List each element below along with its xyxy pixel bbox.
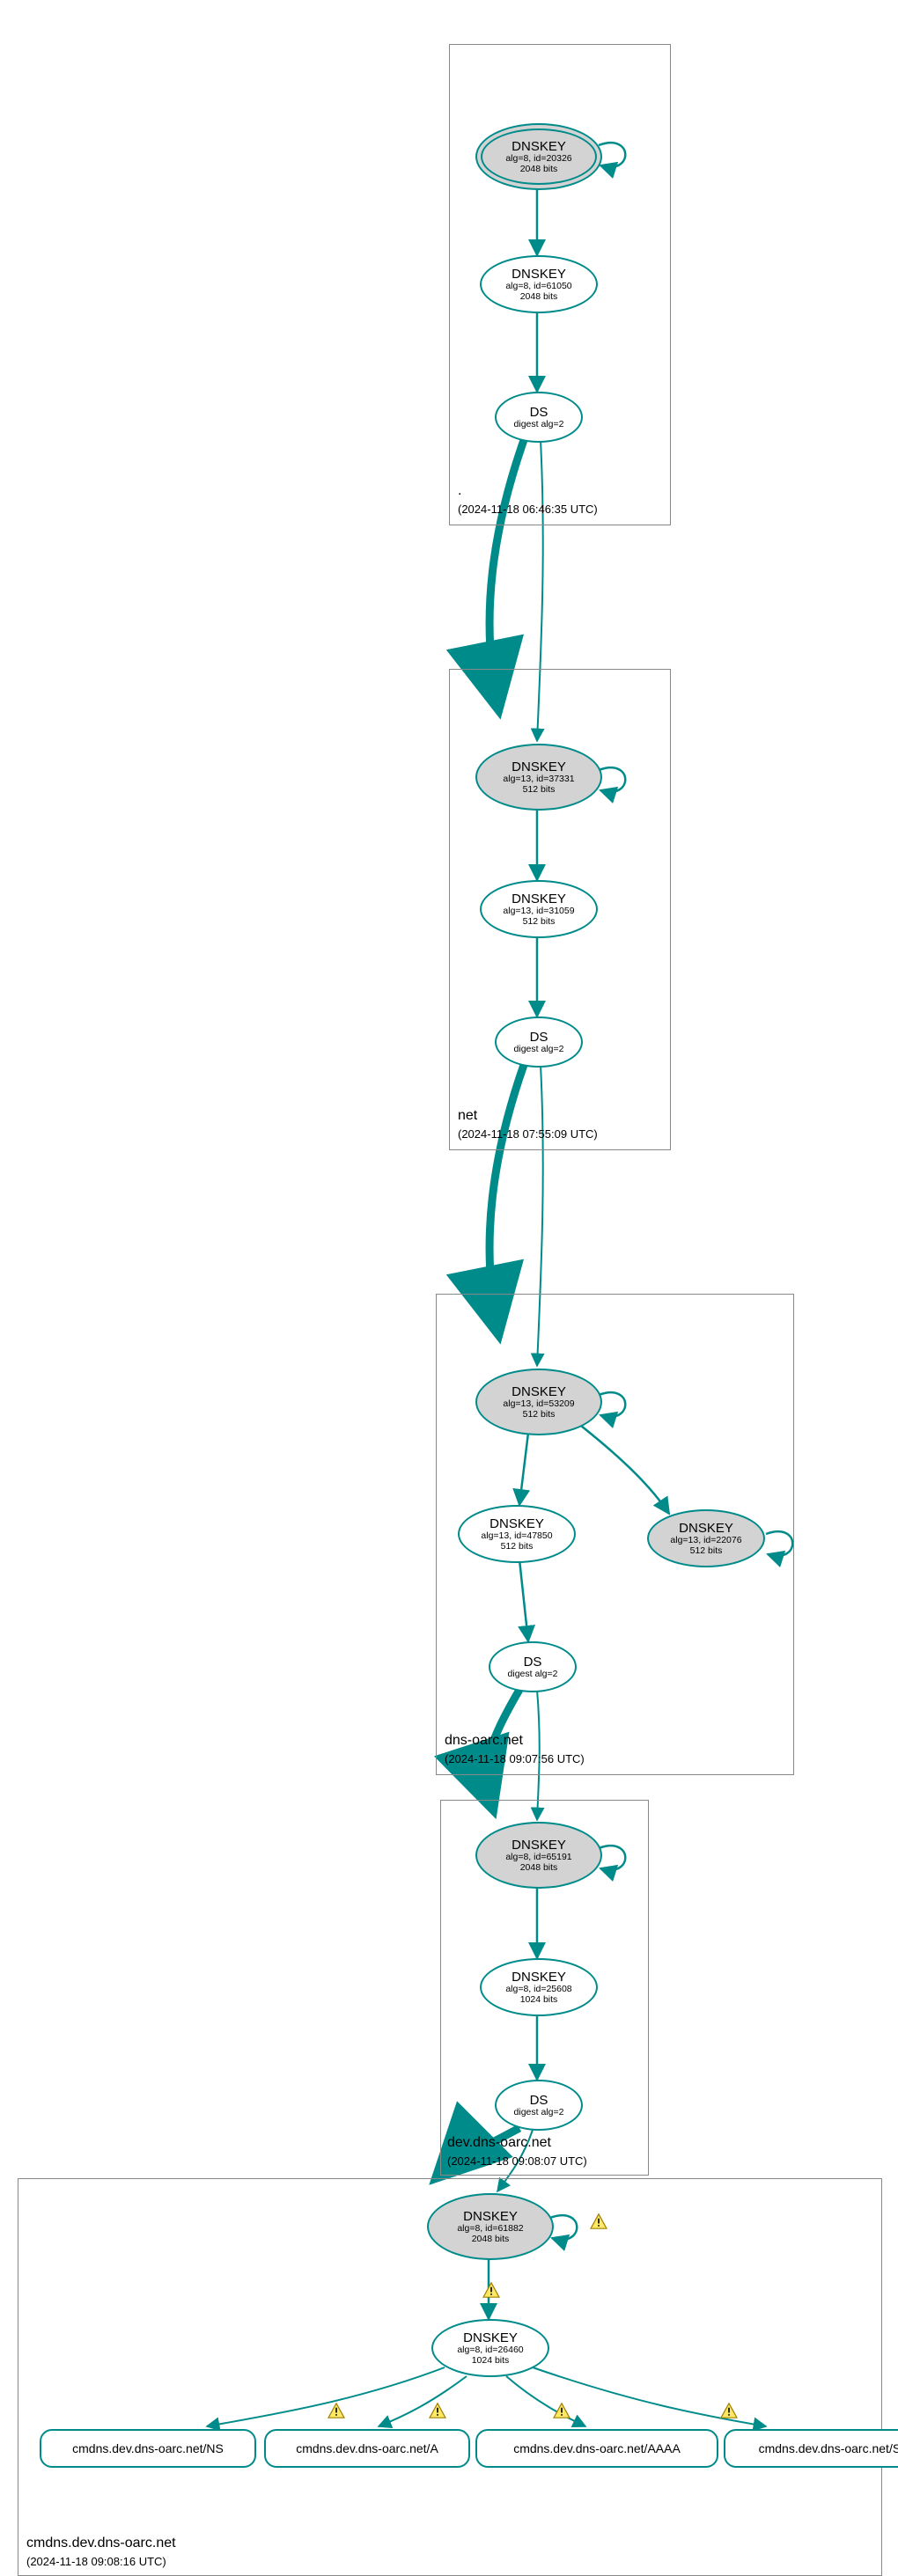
root-zsk-sub1: alg=8, id=61050 (505, 282, 571, 292)
dev-ds-sub1: digest alg=2 (514, 2108, 564, 2118)
zone-net-name: net (458, 1108, 477, 1123)
net-ds-title: DS (530, 1030, 548, 1045)
root-ds-node: DS digest alg=2 (495, 392, 583, 443)
oarc-key2-sub2: 512 bits (690, 1546, 723, 1557)
oarc-zsk-sub1: alg=13, id=47850 (481, 1531, 552, 1542)
zone-dev-ts: (2024-11-18 09:08:07 UTC) (447, 2154, 587, 2168)
zone-dev-name: dev.dns-oarc.net (447, 2135, 551, 2150)
record-ns-label: cmdns.dev.dns-oarc.net/NS (72, 2441, 224, 2455)
root-ksk-sub1: alg=8, id=20326 (505, 154, 571, 165)
cmdns-zsk-title: DNSKEY (463, 2330, 518, 2345)
zone-root-label: . (2024-11-18 06:46:35 UTC) (458, 482, 598, 519)
oarc-zsk-sub2: 512 bits (501, 1542, 534, 1552)
root-zsk-sub2: 2048 bits (520, 292, 558, 303)
net-ds-sub1: digest alg=2 (514, 1045, 564, 1055)
root-ksk-title: DNSKEY (512, 139, 566, 154)
dev-zsk-sub1: alg=8, id=25608 (505, 1985, 571, 1995)
net-zsk-node: DNSKEY alg=13, id=31059 512 bits (480, 880, 598, 938)
root-ksk-sub2: 2048 bits (520, 165, 558, 175)
oarc-ksk-node: DNSKEY alg=13, id=53209 512 bits (475, 1369, 602, 1435)
oarc-ds-title: DS (524, 1655, 542, 1670)
zone-dnsoarc-ts: (2024-11-18 09:07:56 UTC) (445, 1752, 585, 1765)
dev-ksk-sub2: 2048 bits (520, 1863, 558, 1874)
oarc-ksk-title: DNSKEY (512, 1384, 566, 1399)
record-soa: cmdns.dev.dns-oarc.net/SOA (724, 2429, 898, 2468)
oarc-key2-node: DNSKEY alg=13, id=22076 512 bits (647, 1509, 765, 1567)
warning-icon (553, 2403, 570, 2418)
dev-ds-node: DS digest alg=2 (495, 2080, 583, 2131)
zone-dev-label: dev.dns-oarc.net (2024-11-18 09:08:07 UT… (447, 2134, 587, 2171)
net-zsk-sub2: 512 bits (523, 917, 556, 928)
zone-dnsoarc-name: dns-oarc.net (445, 1733, 523, 1748)
dev-ksk-sub1: alg=8, id=65191 (505, 1853, 571, 1863)
dev-ksk-node: DNSKEY alg=8, id=65191 2048 bits (475, 1822, 602, 1889)
oarc-key2-sub1: alg=13, id=22076 (670, 1536, 741, 1546)
root-zsk-node: DNSKEY alg=8, id=61050 2048 bits (480, 255, 598, 313)
oarc-ksk-sub1: alg=13, id=53209 (503, 1399, 574, 1410)
cmdns-zsk-sub1: alg=8, id=26460 (457, 2345, 523, 2356)
zone-net-ts: (2024-11-18 07:55:09 UTC) (458, 1127, 598, 1141)
cmdns-ksk-node: DNSKEY alg=8, id=61882 2048 bits (427, 2193, 554, 2260)
zone-cmdns-label: cmdns.dev.dns-oarc.net (2024-11-18 09:08… (26, 2535, 176, 2572)
root-ds-title: DS (530, 405, 548, 420)
net-ksk-title: DNSKEY (512, 760, 566, 774)
record-aaaa-label: cmdns.dev.dns-oarc.net/AAAA (513, 2441, 681, 2455)
cmdns-ksk-title: DNSKEY (463, 2209, 518, 2224)
cmdns-zsk-node: DNSKEY alg=8, id=26460 1024 bits (431, 2319, 549, 2377)
dev-ksk-title: DNSKEY (512, 1838, 566, 1853)
net-ds-node: DS digest alg=2 (495, 1016, 583, 1068)
net-ksk-sub1: alg=13, id=37331 (503, 774, 574, 785)
oarc-zsk-node: DNSKEY alg=13, id=47850 512 bits (458, 1505, 576, 1563)
dev-zsk-title: DNSKEY (512, 1970, 566, 1985)
dev-zsk-node: DNSKEY alg=8, id=25608 1024 bits (480, 1958, 598, 2016)
oarc-ksk-sub2: 512 bits (523, 1410, 556, 1420)
record-a-label: cmdns.dev.dns-oarc.net/A (296, 2441, 438, 2455)
net-zsk-title: DNSKEY (512, 892, 566, 906)
record-soa-label: cmdns.dev.dns-oarc.net/SOA (759, 2441, 898, 2455)
record-ns: cmdns.dev.dns-oarc.net/NS (40, 2429, 256, 2468)
dev-zsk-sub2: 1024 bits (520, 1995, 558, 2006)
root-ksk-node: DNSKEY alg=8, id=20326 2048 bits (475, 123, 602, 190)
zone-cmdns-ts: (2024-11-18 09:08:16 UTC) (26, 2555, 166, 2568)
zone-net-label: net (2024-11-18 07:55:09 UTC) (458, 1107, 598, 1144)
zone-root-name: . (458, 483, 461, 498)
root-zsk-title: DNSKEY (512, 267, 566, 282)
zone-cmdns-name: cmdns.dev.dns-oarc.net (26, 2536, 176, 2550)
oarc-ds-node: DS digest alg=2 (489, 1641, 577, 1692)
oarc-ds-sub1: digest alg=2 (508, 1670, 558, 1680)
record-a: cmdns.dev.dns-oarc.net/A (264, 2429, 470, 2468)
record-aaaa: cmdns.dev.dns-oarc.net/AAAA (475, 2429, 718, 2468)
zone-dnsoarc-label: dns-oarc.net (2024-11-18 09:07:56 UTC) (445, 1732, 585, 1769)
cmdns-zsk-sub2: 1024 bits (472, 2356, 510, 2367)
warning-icon (590, 2213, 607, 2229)
warning-icon (328, 2403, 345, 2418)
net-ksk-sub2: 512 bits (523, 785, 556, 796)
dev-ds-title: DS (530, 2093, 548, 2108)
zone-root-ts: (2024-11-18 06:46:35 UTC) (458, 503, 598, 516)
warning-icon (720, 2403, 738, 2418)
cmdns-ksk-sub1: alg=8, id=61882 (457, 2224, 523, 2235)
oarc-zsk-title: DNSKEY (489, 1516, 544, 1531)
net-zsk-sub1: alg=13, id=31059 (503, 906, 574, 917)
root-ds-sub1: digest alg=2 (514, 420, 564, 430)
oarc-key2-title: DNSKEY (679, 1521, 733, 1536)
cmdns-ksk-sub2: 2048 bits (472, 2235, 510, 2245)
warning-icon (429, 2403, 446, 2418)
net-ksk-node: DNSKEY alg=13, id=37331 512 bits (475, 744, 602, 811)
warning-icon (482, 2282, 500, 2298)
